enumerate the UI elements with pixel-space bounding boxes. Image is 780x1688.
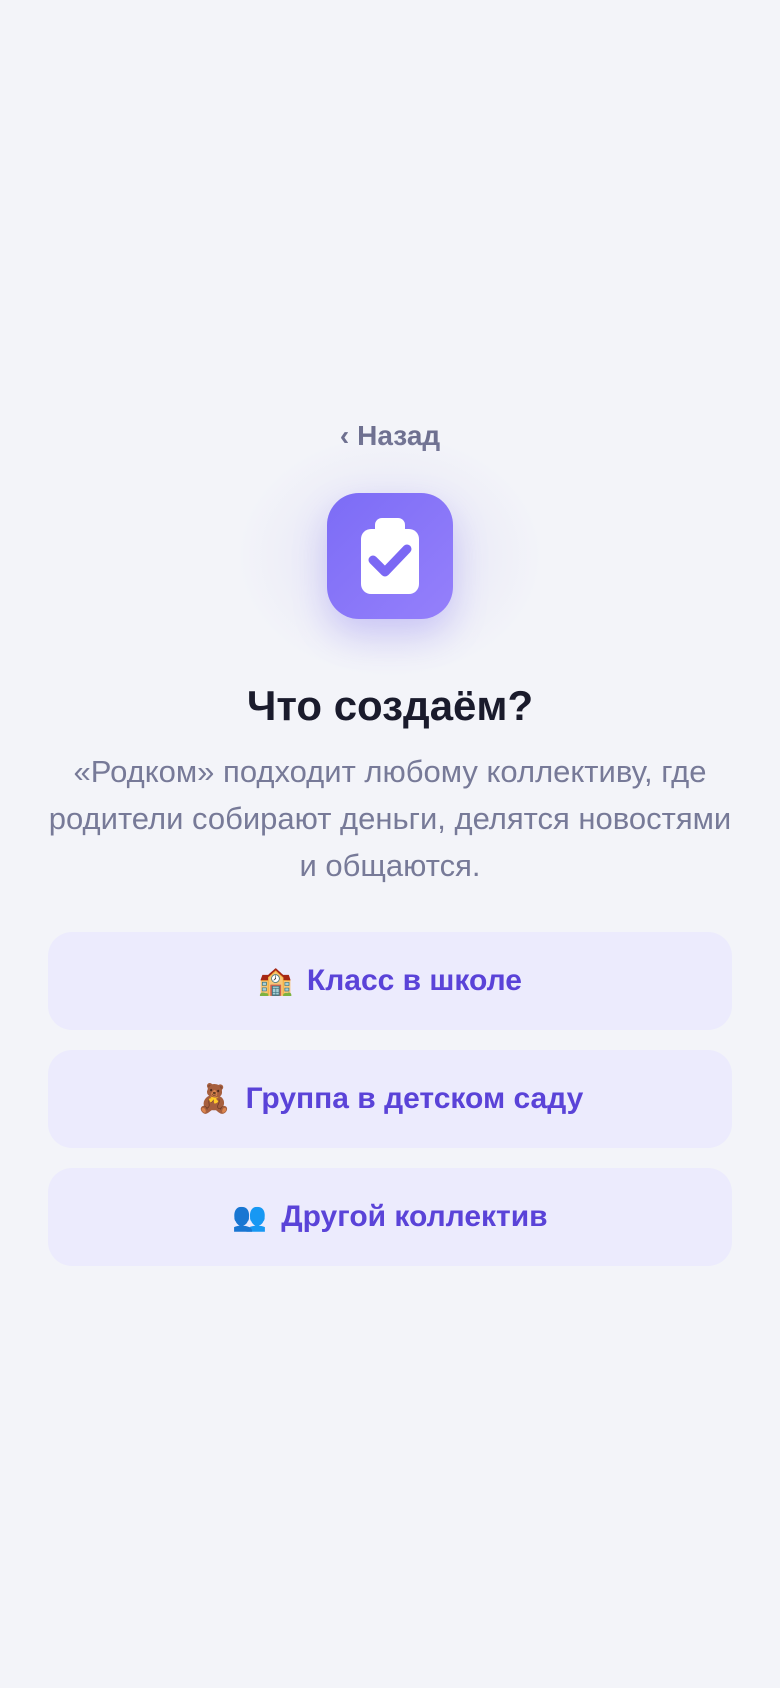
option-label: Класс в школе — [306, 964, 522, 997]
option-label: Другой коллектив — [281, 1200, 548, 1233]
page-title: Что создаём? — [246, 682, 534, 729]
screen: ‹Назад Что создаём? «Родком» подходит лю… — [0, 0, 780, 1688]
option-other-group-button[interactable]: 👥 Другой коллектив — [48, 1168, 732, 1266]
option-label: Группа в детском саду — [245, 1082, 584, 1115]
option-school-class-button[interactable]: 🏫 Класс в школе — [48, 932, 732, 1030]
clipboard-check-icon — [361, 518, 419, 594]
option-kindergarten-group-button[interactable]: 🧸 Группа в детском саду — [48, 1050, 732, 1148]
school-icon: 🏫 — [258, 965, 293, 996]
people-icon: 👥 — [232, 1201, 268, 1232]
app-icon — [327, 493, 453, 619]
page-subtitle: «Родком» подходит любому коллективу, где… — [48, 754, 732, 883]
teddy-bear-icon: 🧸 — [196, 1083, 232, 1114]
